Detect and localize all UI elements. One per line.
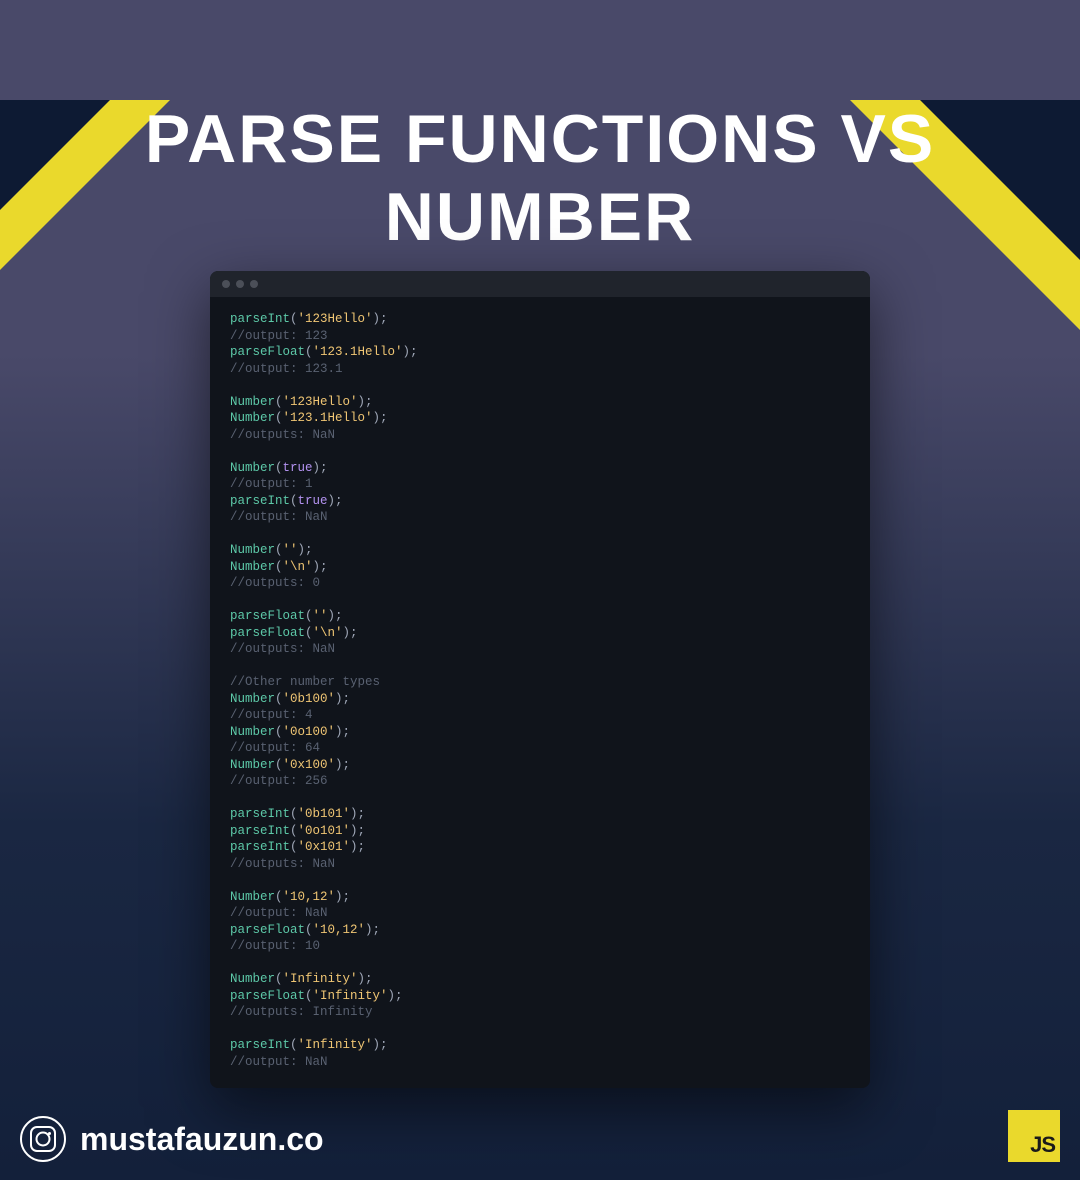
code-line: parseFloat('10,12'); (230, 922, 850, 939)
window-dot-minimize-icon (236, 280, 244, 288)
footer: mustafauzun.co (20, 1116, 324, 1162)
code-line (230, 592, 850, 609)
page-title: PARSE FUNCTIONS VS NUMBER (0, 100, 1080, 256)
code-line: parseFloat('123.1Hello'); (230, 344, 850, 361)
code-line: //output: NaN (230, 905, 850, 922)
instagram-icon (20, 1116, 66, 1162)
code-line: Number(true); (230, 460, 850, 477)
code-line: Number(''); (230, 542, 850, 559)
code-line: //outputs: NaN (230, 856, 850, 873)
code-line: //output: 256 (230, 773, 850, 790)
code-line: parseInt('0x101'); (230, 839, 850, 856)
code-line: //output: NaN (230, 509, 850, 526)
code-line (230, 955, 850, 972)
code-line: Number('123.1Hello'); (230, 410, 850, 427)
window-dot-maximize-icon (250, 280, 258, 288)
code-line: //Other number types (230, 674, 850, 691)
code-line: parseFloat(''); (230, 608, 850, 625)
code-line: parseInt('Infinity'); (230, 1037, 850, 1054)
code-line (230, 872, 850, 889)
code-line: Number('123Hello'); (230, 394, 850, 411)
code-line: //output: 10 (230, 938, 850, 955)
code-line: //output: 1 (230, 476, 850, 493)
code-body: parseInt('123Hello');//output: 123parseF… (210, 297, 870, 1088)
code-line: Number('Infinity'); (230, 971, 850, 988)
js-badge-icon: JS (1008, 1110, 1060, 1162)
code-line: //output: 123 (230, 328, 850, 345)
code-line: //output: 4 (230, 707, 850, 724)
code-line: //outputs: Infinity (230, 1004, 850, 1021)
code-line (230, 1021, 850, 1038)
code-line: Number('0x100'); (230, 757, 850, 774)
code-line (230, 526, 850, 543)
code-line: //output: 64 (230, 740, 850, 757)
code-line: parseFloat('Infinity'); (230, 988, 850, 1005)
code-line: //outputs: NaN (230, 427, 850, 444)
author-handle: mustafauzun.co (80, 1121, 324, 1158)
code-line (230, 658, 850, 675)
code-line: Number('0o100'); (230, 724, 850, 741)
code-line: //output: 123.1 (230, 361, 850, 378)
code-line: Number('0b100'); (230, 691, 850, 708)
code-line: //output: NaN (230, 1054, 850, 1071)
code-line: parseInt('123Hello'); (230, 311, 850, 328)
code-titlebar (210, 271, 870, 297)
code-line: //outputs: NaN (230, 641, 850, 658)
code-line: parseInt(true); (230, 493, 850, 510)
window-dot-close-icon (222, 280, 230, 288)
code-line: parseInt('0o101'); (230, 823, 850, 840)
code-line: Number('\n'); (230, 559, 850, 576)
code-line: Number('10,12'); (230, 889, 850, 906)
code-line: parseInt('0b101'); (230, 806, 850, 823)
code-line (230, 377, 850, 394)
code-line (230, 443, 850, 460)
code-window: parseInt('123Hello');//output: 123parseF… (210, 271, 870, 1088)
code-line: //outputs: 0 (230, 575, 850, 592)
code-line: parseFloat('\n'); (230, 625, 850, 642)
code-line (230, 790, 850, 807)
js-badge-label: JS (1030, 1132, 1055, 1158)
